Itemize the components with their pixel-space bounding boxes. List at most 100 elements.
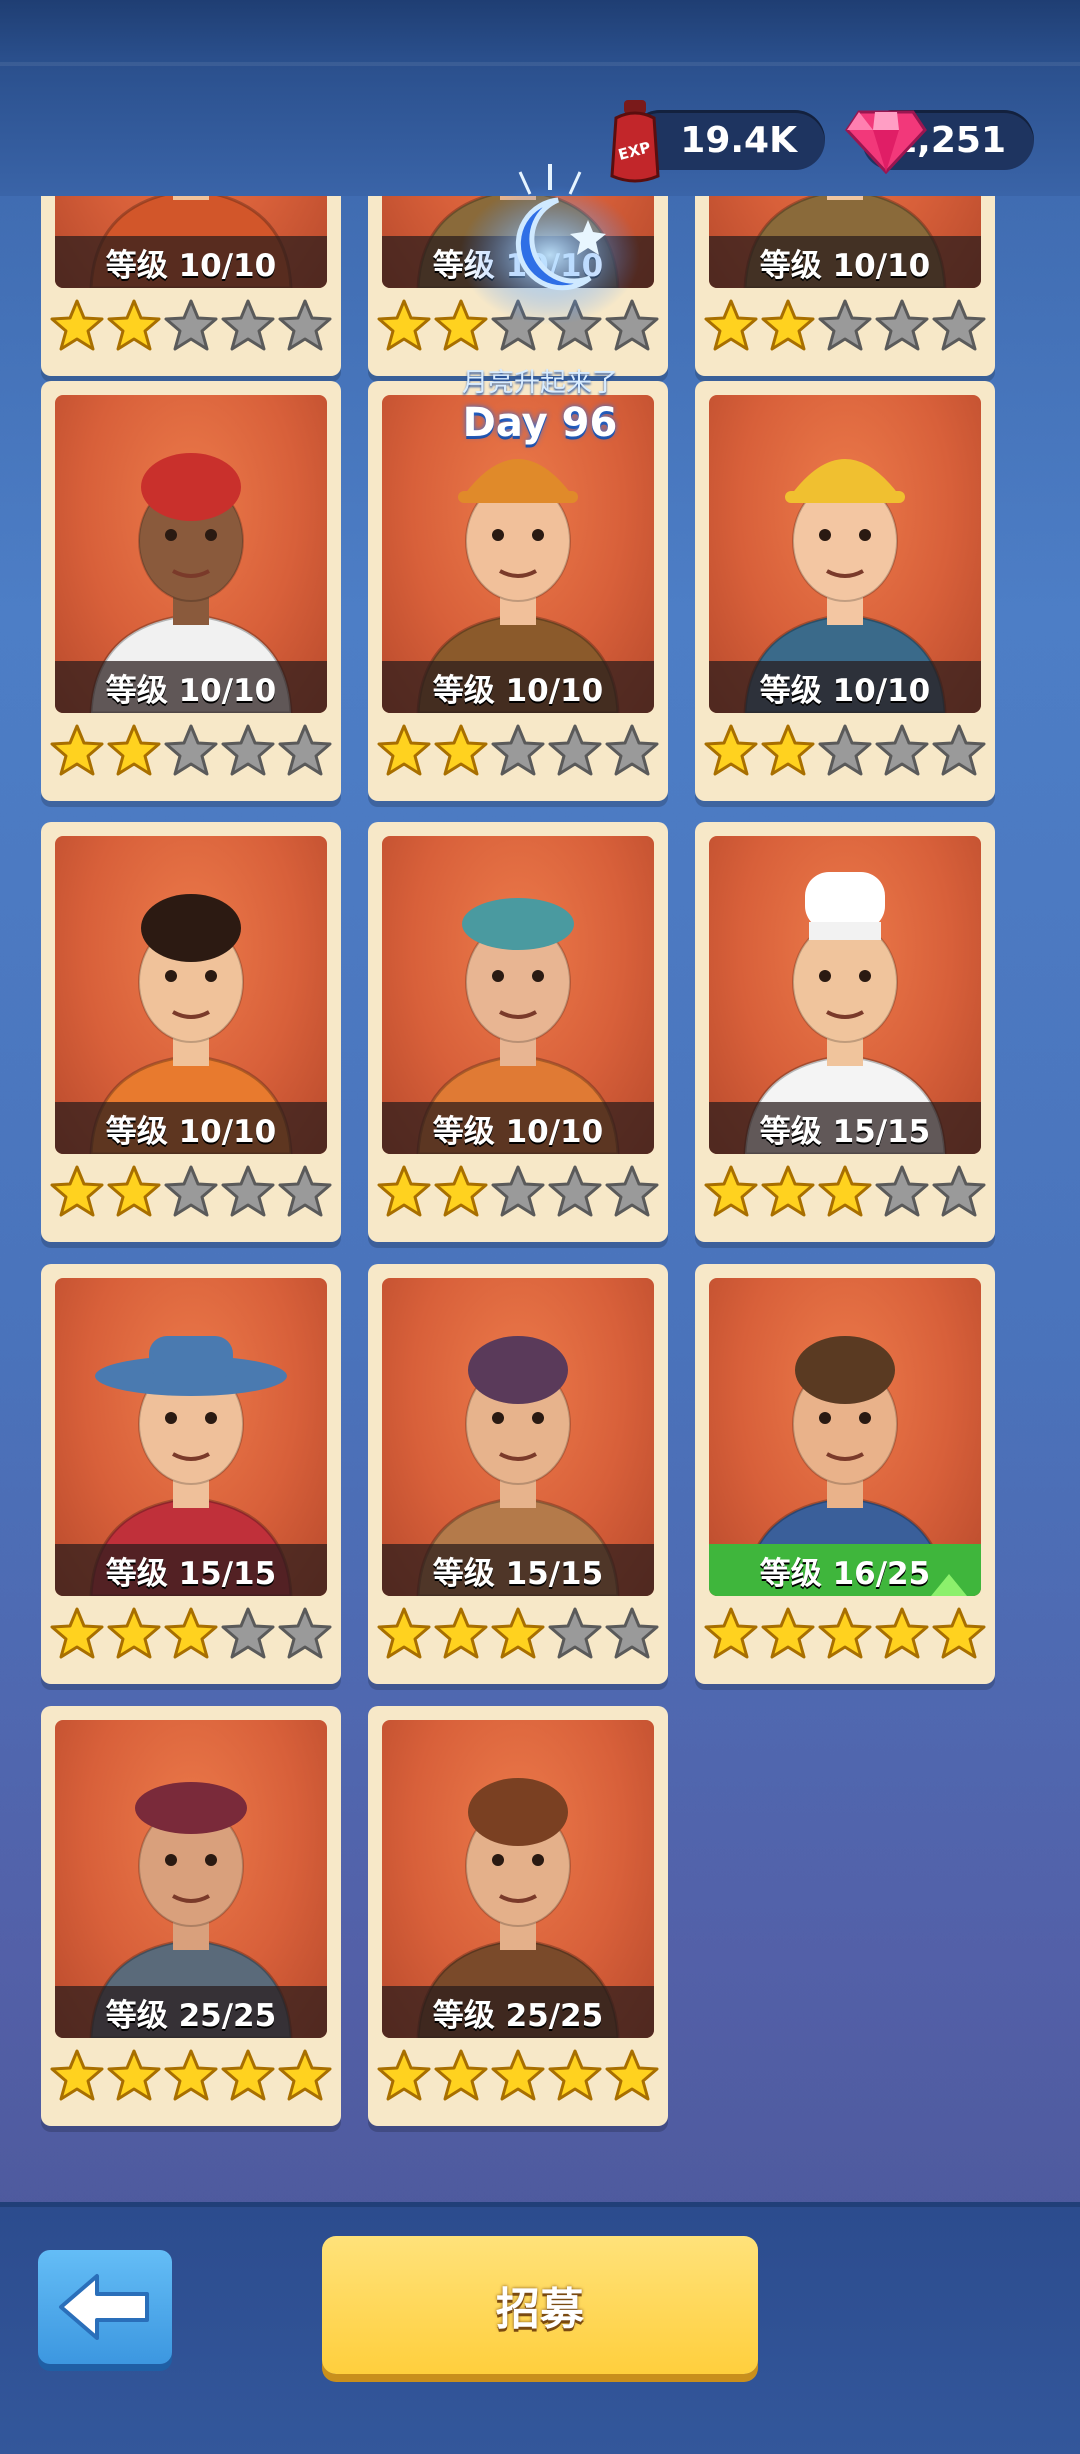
worker-level: 等级 10/10 [382,661,654,713]
worker-level: 等级 25/25 [382,1986,654,2038]
worker-card[interactable]: 等级 25/25 [41,1706,341,2126]
star-filled-icon [376,298,432,354]
star-rating [703,298,987,360]
worker-card[interactable]: 等级 15/15 [41,1264,341,1684]
star-filled-icon [817,1164,873,1220]
worker-portrait: 等级 15/15 [55,1278,327,1596]
top-bar-divider [0,62,1080,66]
star-filled-icon [376,723,432,779]
star-empty-icon [277,298,333,354]
worker-level: 等级 15/15 [55,1544,327,1596]
star-empty-icon [931,1164,987,1220]
back-button[interactable] [38,2250,172,2364]
worker-card[interactable]: 等级 10/10 [41,196,341,376]
star-empty-icon [817,723,873,779]
star-filled-icon [376,1164,432,1220]
star-rating [703,1606,987,1668]
star-filled-icon [163,1606,219,1662]
star-filled-icon [604,2048,660,2104]
star-filled-icon [106,298,162,354]
star-empty-icon [817,298,873,354]
star-filled-icon [490,1606,546,1662]
star-empty-icon [277,1164,333,1220]
star-filled-icon [433,723,489,779]
star-rating [49,1164,333,1226]
worker-card[interactable]: 等级 10/10 [41,822,341,1242]
star-filled-icon [547,2048,603,2104]
star-filled-icon [433,1164,489,1220]
star-filled-icon [433,1606,489,1662]
star-rating [376,723,660,785]
day-counter: Day 96 [462,400,618,446]
star-empty-icon [874,1164,930,1220]
worker-level: 等级 10/10 [55,1102,327,1154]
star-filled-icon [49,1606,105,1662]
star-empty-icon [604,723,660,779]
worker-card[interactable]: 等级 15/15 [695,822,995,1242]
star-filled-icon [49,298,105,354]
worker-card[interactable]: 等级 10/10 [695,196,995,376]
star-filled-icon [49,723,105,779]
star-empty-icon [931,298,987,354]
star-empty-icon [874,723,930,779]
worker-portrait: 等级 10/10 [55,196,327,288]
exp-value: 19.4K [680,119,797,161]
star-filled-icon [220,2048,276,2104]
star-empty-icon [220,1606,276,1662]
star-filled-icon [760,298,816,354]
star-empty-icon [163,723,219,779]
star-rating [49,298,333,360]
star-rating [376,2048,660,2110]
star-empty-icon [490,1164,546,1220]
star-rating [703,1164,987,1226]
star-filled-icon [376,1606,432,1662]
worker-portrait: 等级 16/25 [709,1278,981,1596]
star-filled-icon [433,2048,489,2104]
worker-portrait: 等级 25/25 [55,1720,327,2038]
star-filled-icon [703,723,759,779]
worker-card[interactable]: 等级 16/25 [695,1264,995,1684]
worker-level: 等级 25/25 [55,1986,327,2038]
star-rating [703,723,987,785]
worker-portrait: 等级 10/10 [709,196,981,288]
worker-card[interactable]: 等级 10/10 [695,381,995,801]
star-rating [49,723,333,785]
star-filled-icon [760,1606,816,1662]
worker-portrait: 等级 15/15 [382,1278,654,1596]
worker-card[interactable]: 等级 25/25 [368,1706,668,2126]
worker-level: 等级 10/10 [382,1102,654,1154]
star-filled-icon [106,2048,162,2104]
recruit-label: 招募 [496,2284,584,2335]
back-arrow-icon [59,2274,149,2340]
moon-rise-icon [450,160,650,330]
worker-level: 等级 10/10 [709,236,981,288]
star-empty-icon [220,723,276,779]
star-rating [376,1606,660,1668]
star-rating [376,1164,660,1226]
star-empty-icon [490,723,546,779]
worker-level: 等级 10/10 [55,661,327,713]
star-filled-icon [106,1164,162,1220]
star-empty-icon [220,1164,276,1220]
worker-level: 等级 10/10 [709,661,981,713]
star-filled-icon [760,723,816,779]
worker-portrait: 等级 10/10 [382,836,654,1154]
worker-card[interactable]: 等级 10/10 [41,381,341,801]
upgrade-arrow-icon [931,1574,967,1596]
star-filled-icon [703,1606,759,1662]
star-filled-icon [931,1606,987,1662]
star-empty-icon [547,1606,603,1662]
worker-card[interactable]: 等级 10/10 [368,822,668,1242]
worker-level: 等级 10/10 [55,236,327,288]
recruit-button[interactable]: 招募 [322,2236,758,2374]
worker-grid[interactable]: 等级 10/10 等级 10/10 等级 10/10 等级 10/10 等级 10/10… [0,196,1080,2186]
star-empty-icon [874,298,930,354]
worker-portrait: 等级 10/10 [709,395,981,713]
star-empty-icon [277,1606,333,1662]
worker-portrait: 等级 25/25 [382,1720,654,2038]
worker-portrait: 等级 10/10 [55,395,327,713]
moon-rise-text: 月亮升起来了 [461,368,618,398]
worker-card[interactable]: 等级 15/15 [368,1264,668,1684]
star-filled-icon [49,1164,105,1220]
worker-level: 等级 15/15 [382,1544,654,1596]
